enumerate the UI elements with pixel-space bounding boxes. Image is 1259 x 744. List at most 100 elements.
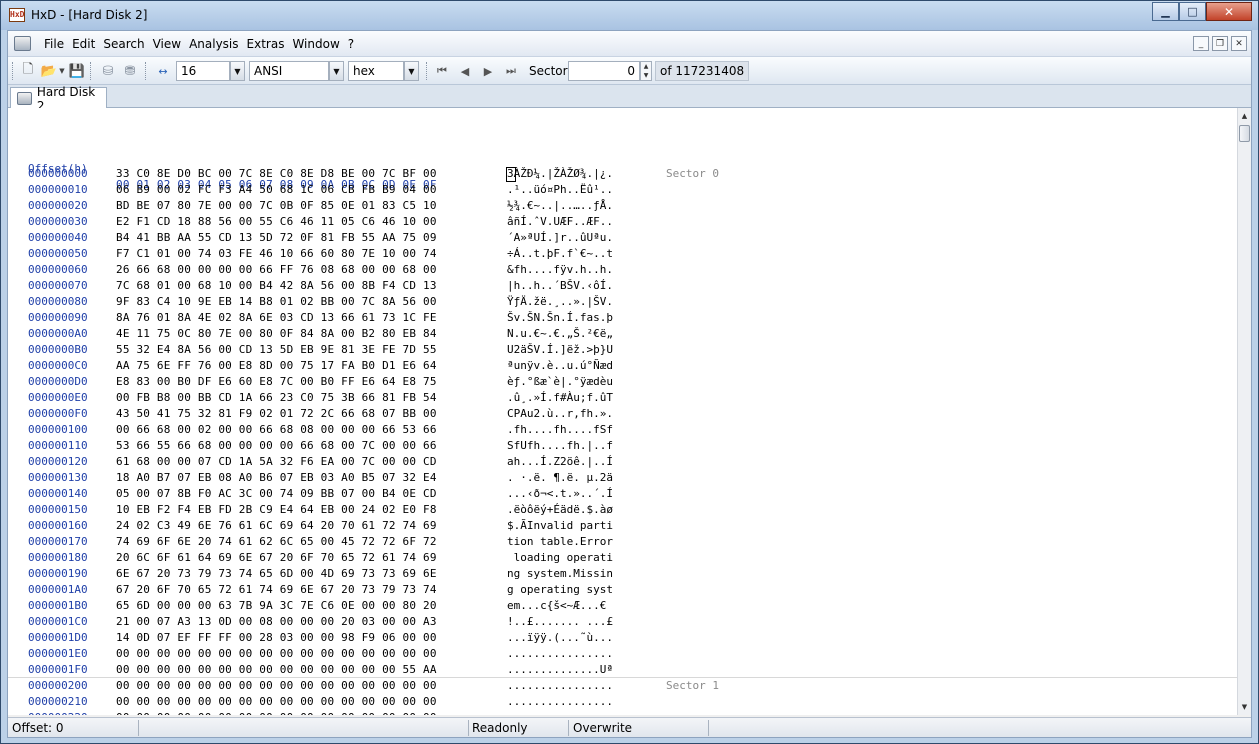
row-ascii[interactable]: .û¸.»Í.f#Àu;f.ûT — [507, 390, 613, 406]
row-hex-bytes[interactable]: 21 00 07 A3 13 0D 00 08 00 00 00 20 03 0… — [116, 614, 437, 630]
row-hex-bytes[interactable]: 00 00 00 00 00 00 00 00 00 00 00 00 00 0… — [116, 694, 437, 710]
previous-sector-icon[interactable]: ◀ — [456, 62, 474, 80]
row-hex-bytes[interactable]: 00 00 00 00 00 00 00 00 00 00 00 00 00 0… — [116, 678, 437, 694]
bytes-per-row-dropdown-icon[interactable]: ▼ — [230, 61, 245, 81]
row-ascii[interactable]: ...ïÿÿ.(...˜ù... — [507, 630, 613, 646]
row-ascii[interactable]: CPAu2.ù..r,fh.». — [507, 406, 613, 422]
row-offset[interactable]: 000000110 — [28, 438, 88, 454]
row-offset[interactable]: 000000120 — [28, 454, 88, 470]
save-icon[interactable]: 💾 — [68, 62, 86, 80]
row-offset[interactable]: 000000190 — [28, 566, 88, 582]
offset-base-select[interactable]: hex — [348, 61, 404, 81]
row-ascii[interactable]: g operating syst — [507, 582, 613, 598]
row-ascii[interactable]: ................ — [507, 710, 613, 715]
menu-analysis[interactable]: Analysis — [185, 37, 242, 51]
row-hex-bytes[interactable]: 24 02 C3 49 6E 76 61 6C 69 64 20 70 61 7… — [116, 518, 437, 534]
row-hex-bytes[interactable]: BD BE 07 80 7E 00 00 7C 0B 0F 85 0E 01 8… — [116, 198, 437, 214]
row-offset[interactable]: 000000200 — [28, 678, 88, 694]
open-disk-icon[interactable]: ⛁ — [99, 62, 117, 80]
sector-input[interactable]: 0 — [568, 61, 640, 81]
row-offset[interactable]: 0000001F0 — [28, 662, 88, 678]
row-offset[interactable]: 0000000A0 — [28, 326, 88, 342]
scroll-thumb[interactable] — [1239, 125, 1250, 142]
mdi-close-button[interactable]: ✕ — [1231, 36, 1247, 51]
menu-view[interactable]: View — [149, 37, 185, 51]
open-folder-icon[interactable]: 📂 — [40, 62, 58, 80]
row-hex-bytes[interactable]: E8 83 00 B0 DF E6 60 E8 7C 00 B0 FF E6 6… — [116, 374, 437, 390]
row-offset[interactable]: 0000001A0 — [28, 582, 88, 598]
row-hex-bytes[interactable]: 53 66 55 66 68 00 00 00 00 66 68 00 7C 0… — [116, 438, 437, 454]
row-ascii[interactable]: N.u.€~.€.„Š.²€ë„ — [507, 326, 613, 342]
title-bar[interactable]: HxD HxD - [Hard Disk 2] ▁ □ ✕ — [1, 1, 1258, 30]
row-ascii[interactable]: tion table.Error — [507, 534, 613, 550]
row-ascii[interactable]: .¹..üó¤Ph..Ëû¹.. — [507, 182, 613, 198]
mdi-restore-button[interactable]: ❐ — [1212, 36, 1228, 51]
row-hex-bytes[interactable]: 00 00 00 00 00 00 00 00 00 00 00 00 00 0… — [116, 710, 437, 715]
row-hex-bytes[interactable]: 67 20 6F 70 65 72 61 74 69 6E 67 20 73 7… — [116, 582, 437, 598]
menu-file[interactable]: File — [40, 37, 68, 51]
menu-extras[interactable]: Extras — [243, 37, 289, 51]
row-hex-bytes[interactable]: 18 A0 B7 07 EB 08 A0 B6 07 EB 03 A0 B5 0… — [116, 470, 437, 486]
row-hex-bytes[interactable]: 00 66 68 00 02 00 00 66 68 08 00 00 00 6… — [116, 422, 437, 438]
row-hex-bytes[interactable]: 6E 67 20 73 79 73 74 65 6D 00 4D 69 73 7… — [116, 566, 437, 582]
row-ascii[interactable]: ah...Í.Z2öê.|..Í — [507, 454, 613, 470]
scroll-up-icon[interactable]: ▲ — [1238, 109, 1251, 123]
row-offset[interactable]: 000000220 — [28, 710, 88, 715]
row-offset[interactable]: 000000060 — [28, 262, 88, 278]
row-ascii[interactable]: |h..h..´BŠV.‹ôÍ. — [507, 278, 613, 294]
row-hex-bytes[interactable]: B4 41 BB AA 55 CD 13 5D 72 0F 81 FB 55 A… — [116, 230, 437, 246]
row-ascii[interactable]: ................ — [507, 694, 613, 710]
row-ascii[interactable]: U2äŠV.Í.]ëž.>þ}U — [507, 342, 613, 358]
row-hex-bytes[interactable]: 14 0D 07 EF FF FF 00 28 03 00 00 98 F9 0… — [116, 630, 437, 646]
menu-edit[interactable]: Edit — [68, 37, 99, 51]
row-ascii[interactable]: âñÍ.ˆV.UÆF..ÆF.. — [507, 214, 613, 230]
row-hex-bytes[interactable]: 26 66 68 00 00 00 00 66 FF 76 08 68 00 0… — [116, 262, 437, 278]
row-hex-bytes[interactable]: 00 FB B8 00 BB CD 1A 66 23 C0 75 3B 66 8… — [116, 390, 437, 406]
row-ascii[interactable]: ..............Uª — [507, 662, 613, 678]
row-ascii[interactable]: SfUfh....fh.|..f — [507, 438, 613, 454]
row-hex-bytes[interactable]: 05 00 07 8B F0 AC 3C 00 74 09 BB 07 00 B… — [116, 486, 437, 502]
row-ascii[interactable]: ½¾.€~..|..…..ƒÅ. — [507, 198, 613, 214]
row-hex-bytes[interactable]: 55 32 E4 8A 56 00 CD 13 5D EB 9E 81 3E F… — [116, 342, 437, 358]
row-hex-bytes[interactable]: 4E 11 75 0C 80 7E 00 80 0F 84 8A 00 B2 8… — [116, 326, 437, 342]
row-hex-bytes[interactable]: 9F 83 C4 10 9E EB 14 B8 01 02 BB 00 7C 8… — [116, 294, 437, 310]
row-ascii[interactable]: ªunÿv.è..u.ú°Ñæd — [507, 358, 613, 374]
row-offset[interactable]: 0000000D0 — [28, 374, 88, 390]
row-ascii[interactable]: ´A»ªUÍ.]r..ûUªu. — [507, 230, 613, 246]
row-offset[interactable]: 0000001E0 — [28, 646, 88, 662]
row-offset[interactable]: 0000000C0 — [28, 358, 88, 374]
row-ascii[interactable]: ŸƒÄ.žë.¸..».|ŠV. — [507, 294, 613, 310]
last-sector-icon[interactable]: ⏭ — [502, 62, 520, 80]
charset-select[interactable]: ANSI — [249, 61, 329, 81]
row-offset[interactable]: 000000140 — [28, 486, 88, 502]
row-hex-bytes[interactable]: 20 6C 6F 61 64 69 6E 67 20 6F 70 65 72 6… — [116, 550, 437, 566]
row-hex-bytes[interactable]: 06 B9 00 02 FC F3 A4 50 68 1C 06 CB FB B… — [116, 182, 437, 198]
row-offset[interactable]: 000000130 — [28, 470, 88, 486]
row-ascii[interactable]: loading operati — [507, 550, 613, 566]
row-offset[interactable]: 000000080 — [28, 294, 88, 310]
row-hex-bytes[interactable]: F7 C1 01 00 74 03 FE 46 10 66 60 80 7E 1… — [116, 246, 437, 262]
row-hex-bytes[interactable]: 33 C0 8E D0 BC 00 7C 8E C0 8E D8 BE 00 7… — [116, 166, 437, 182]
row-hex-bytes[interactable]: 00 00 00 00 00 00 00 00 00 00 00 00 00 0… — [116, 646, 437, 662]
row-ascii[interactable]: 3ÀŽÐ¼.|ŽÀŽØ¾.|¿. — [507, 166, 613, 182]
hxd-app-icon[interactable]: HxD — [9, 8, 25, 22]
row-ascii[interactable]: ...‹ð¬<.t.»..´.Í — [507, 486, 613, 502]
row-hex-bytes[interactable]: 7C 68 01 00 68 10 00 B4 42 8A 56 00 8B F… — [116, 278, 437, 294]
row-ascii[interactable]: èƒ.°ßæ`è|.°ÿædèu — [507, 374, 613, 390]
row-ascii[interactable]: ................ — [507, 646, 613, 662]
row-ascii[interactable]: . ·.ë. ¶.ë. µ.2ä — [507, 470, 613, 486]
first-sector-icon[interactable]: ⏮ — [433, 62, 451, 80]
spin-up-icon[interactable]: ▲ — [644, 63, 649, 70]
row-offset[interactable]: 000000030 — [28, 214, 88, 230]
row-offset[interactable]: 0000001C0 — [28, 614, 88, 630]
charset-dropdown-icon[interactable]: ▼ — [329, 61, 344, 81]
row-ascii[interactable]: $.ÃInvalid parti — [507, 518, 613, 534]
row-offset[interactable]: 000000150 — [28, 502, 88, 518]
row-offset[interactable]: 000000040 — [28, 230, 88, 246]
row-ascii[interactable]: ÷Á..t.þF.f`€~..t — [507, 246, 613, 262]
document-system-menu-icon[interactable] — [14, 36, 31, 51]
close-button[interactable]: ✕ — [1206, 2, 1252, 21]
menu-help[interactable]: ? — [344, 37, 358, 51]
menu-search[interactable]: Search — [99, 37, 148, 51]
row-hex-bytes[interactable]: AA 75 6E FF 76 00 E8 8D 00 75 17 FA B0 D… — [116, 358, 437, 374]
